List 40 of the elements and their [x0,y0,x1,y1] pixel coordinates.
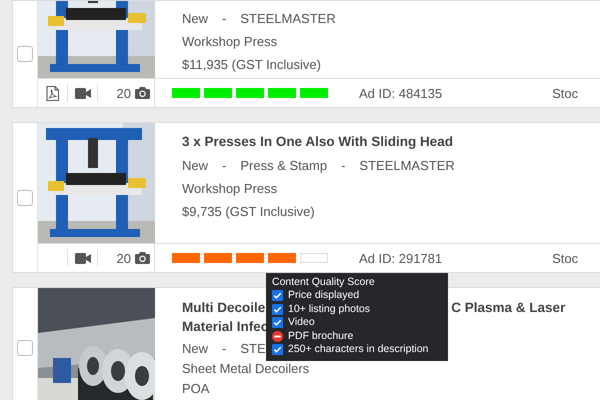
photo-count: 20 [116,250,131,266]
checkbox[interactable] [17,340,33,356]
listing-price: POA [182,381,210,396]
photo-count: 20 [116,86,131,100]
listing-meta: New [182,157,208,175]
listing-meta: STEELMASTER [240,10,336,28]
listing-meta: Press & Stamp [240,157,328,175]
listing-meta: - [341,157,346,175]
listing-title[interactable]: 3 x Presses In One Also With Sliding Head [182,132,453,151]
listing-category: Workshop Press [182,34,278,49]
listing-meta: New [182,10,208,28]
listing-meta: - [222,340,226,358]
listing-meta: STE [240,340,266,358]
video-camera-icon[interactable] [74,88,90,98]
camera-icon[interactable] [135,87,150,99]
listing-price: $9,735 (GST Inclusive) [182,204,315,219]
ad-id: Ad ID: 484135 [359,86,442,100]
criterion-label: Video [288,316,315,330]
criterion-label: 10+ listing photos [288,302,370,316]
checkbox[interactable] [17,190,33,206]
listing-category: Sheet Metal Decoilers [182,361,310,376]
video-camera-icon[interactable] [74,252,90,264]
listing-meta: - [222,10,226,28]
stock-label: Stoc [552,250,578,266]
listing-title[interactable]: Multi Decoile [182,298,266,317]
listing-meta: STEELMASTER [359,157,455,175]
camera-icon[interactable] [135,252,150,264]
listing-meta: - [222,157,226,175]
ad-id: Ad ID: 291781 [359,250,442,266]
criterion-label: 250+ characters in description [288,343,428,356]
listing-meta: New [182,340,208,358]
criterion-label: PDF brochure [288,330,354,343]
criterion-label: Price displayed [288,289,360,302]
listing-category: Workshop Press [182,181,278,196]
checkbox[interactable] [17,46,33,62]
stock-label: Stoc [552,86,578,100]
tooltip-title: Content Quality Score [272,276,376,289]
listing-price: $11,935 (GST Inclusive) [182,57,321,72]
pdf-icon[interactable] [46,86,59,100]
listing-title[interactable]: C Plasma & Laser [451,298,566,317]
